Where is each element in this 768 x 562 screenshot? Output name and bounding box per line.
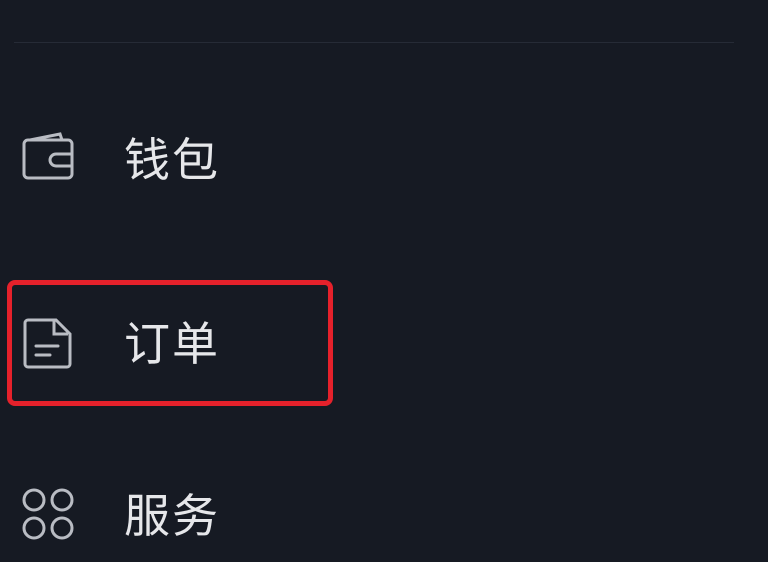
orders-highlight-box — [7, 280, 333, 406]
menu-item-wallet[interactable]: 钱包 — [0, 106, 768, 206]
top-divider — [14, 42, 734, 43]
services-icon — [20, 486, 78, 544]
menu-item-services[interactable]: 服务 — [0, 462, 768, 562]
menu-item-wallet-label: 钱包 — [124, 133, 220, 187]
menu-item-services-label: 服务 — [124, 489, 220, 543]
wallet-icon — [20, 130, 78, 188]
